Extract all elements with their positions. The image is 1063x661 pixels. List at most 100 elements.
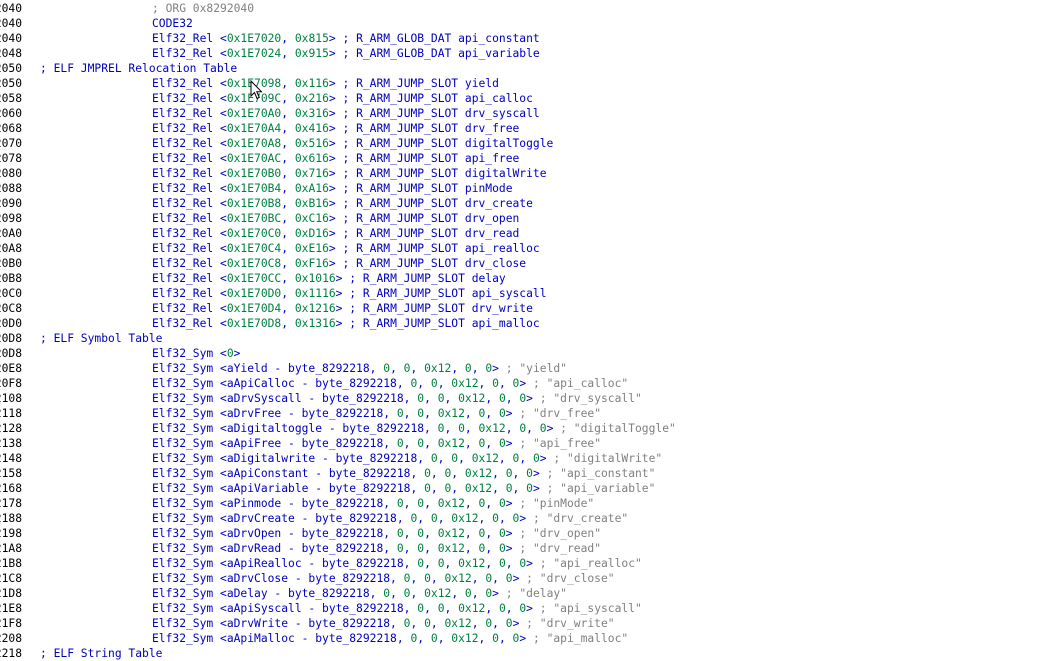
token: , xyxy=(478,512,493,525)
listing-line[interactable]: 92040 ; ORG 0x8292040 xyxy=(0,1,1063,16)
token: ; "digitalWrite" xyxy=(553,452,663,465)
listing-line[interactable]: 921D8 Elf32_Sym <aDelay - byte_8292218, 0… xyxy=(0,586,1063,601)
token: ; "yield" xyxy=(505,362,567,375)
listing-line[interactable]: 92068 Elf32_Rel <0x1E70A4, 0x416> ; R_ARM… xyxy=(0,121,1063,136)
token: 0x1E70D8 xyxy=(226,317,282,330)
listing-line[interactable]: 920C0 Elf32_Rel <0x1E70D0, 0x1116> ; R_AR… xyxy=(0,286,1063,301)
listing-line[interactable]: 920D8 Elf32_Sym <0> xyxy=(0,346,1063,361)
token: Elf32_Rel < xyxy=(152,272,227,285)
token: > xyxy=(532,467,547,480)
token: 0 xyxy=(498,557,506,570)
token: , xyxy=(410,362,425,375)
token: 0 xyxy=(505,617,513,630)
listing-line[interactable]: 92138 Elf32_Sym <aApiFree - byte_8292218,… xyxy=(0,436,1063,451)
token: Elf32_Rel < xyxy=(152,287,227,300)
token: , xyxy=(471,587,486,600)
listing-line[interactable]: 920D0 Elf32_Rel <0x1E70D8, 0x1316> ; R_AR… xyxy=(0,316,1063,331)
listing-line[interactable]: 920E8 Elf32_Sym <aYield - byte_8292218, 0… xyxy=(0,361,1063,376)
listing-line[interactable]: 92040 CODE32 xyxy=(0,16,1063,31)
line-address: 92088 xyxy=(0,182,23,195)
line-address: 92108 xyxy=(0,392,23,405)
disassembly-view[interactable]: 92040 ; ORG 0x8292040 92040 CODE32 92040 Elf3… xyxy=(0,0,1063,660)
token: , xyxy=(451,482,465,495)
listing-line[interactable]: 92098 Elf32_Rel <0x1E70BC, 0xC16> ; R_ARM… xyxy=(0,211,1063,226)
line-address: 921B8 xyxy=(0,557,23,570)
listing-line[interactable]: 92118 Elf32_Sym <aDrvFree - byte_8292218,… xyxy=(0,406,1063,421)
token: , xyxy=(485,437,499,450)
token: 0 xyxy=(492,632,499,645)
token: 0 xyxy=(492,377,499,390)
listing-line[interactable]: 92048 Elf32_Rel <0x1E7024, 0x915> ; R_ARM… xyxy=(0,46,1063,61)
listing-line[interactable]: 920B0 Elf32_Rel <0x1E70C8, 0xF16> ; R_ARM… xyxy=(0,256,1063,271)
token: 0x1E70D0 xyxy=(226,287,282,300)
token: > ; R_ARM_JUMP_SLOT yield xyxy=(328,77,499,90)
token: ; "api_free" xyxy=(519,437,601,450)
token: , xyxy=(492,572,506,585)
listing-line[interactable]: 92128 Elf32_Sym <aDigitaltoggle - byte_82… xyxy=(0,421,1063,436)
listing-line[interactable]: 92208 Elf32_Sym <aApiMalloc - byte_829221… xyxy=(0,631,1063,646)
line-address: 920B0 xyxy=(0,257,23,270)
token: , xyxy=(403,437,418,450)
token: , xyxy=(492,617,506,630)
line-address: 920D0 xyxy=(0,317,23,330)
token: ; "drv_syscall" xyxy=(539,392,642,405)
token: > ; R_ARM_JUMP_SLOT drv_free xyxy=(328,122,520,135)
token: ; ELF JMPREL Relocation Table xyxy=(40,62,238,75)
token: 0x815 xyxy=(294,32,329,45)
listing-line[interactable]: 92158 Elf32_Sym <aApiConstant - byte_8292… xyxy=(0,466,1063,481)
listing-line[interactable]: 921B8 Elf32_Sym <aApiRealloc - byte_82922… xyxy=(0,556,1063,571)
token: 0 xyxy=(396,527,404,540)
listing-line[interactable]: 92060 Elf32_Rel <0x1E70A0, 0x316> ; R_ARM… xyxy=(0,106,1063,121)
line-address: 92040 xyxy=(0,2,23,15)
token: Elf32_Sym <aApiRealloc - byte_8292218, xyxy=(152,557,418,570)
listing-line[interactable]: 920A8 Elf32_Rel <0x1E70C4, 0xE16> ; R_ARM… xyxy=(0,241,1063,256)
token: 0 xyxy=(539,422,547,435)
line-address: 921F8 xyxy=(0,617,23,630)
listing-line[interactable]: 921A8 Elf32_Sym <aDrvRead - byte_8292218,… xyxy=(0,541,1063,556)
listing-line[interactable]: 92040 Elf32_Rel <0x1E7020, 0x815> ; R_ARM… xyxy=(0,31,1063,46)
token: > xyxy=(505,497,520,510)
token: Elf32_Rel < xyxy=(152,197,227,210)
listing-line[interactable]: 920C8 Elf32_Rel <0x1E70D4, 0x1216> ; R_AR… xyxy=(0,301,1063,316)
listing-line[interactable]: 92090 Elf32_Rel <0x1E70B8, 0xB16> ; R_ARM… xyxy=(0,196,1063,211)
listing-line[interactable]: 92078 Elf32_Rel <0x1E70AC, 0x616> ; R_ARM… xyxy=(0,151,1063,166)
line-address: 92090 xyxy=(0,197,23,210)
listing-line[interactable]: 92188 Elf32_Sym <aDrvCreate - byte_829221… xyxy=(0,511,1063,526)
token: 0x316 xyxy=(294,107,329,120)
listing-line[interactable]: 921E8 Elf32_Sym <aApiSyscall - byte_82922… xyxy=(0,601,1063,616)
token: , xyxy=(444,602,459,615)
listing-line[interactable]: 92080 Elf32_Rel <0x1E70B0, 0x716> ; R_ARM… xyxy=(0,166,1063,181)
section-header-line[interactable]: 920D8 ; ELF Symbol Table xyxy=(0,331,1063,346)
listing-line[interactable]: 920F8 Elf32_Sym <aApiCalloc - byte_829221… xyxy=(0,376,1063,391)
listing-line[interactable]: 92088 Elf32_Rel <0x1E70B4, 0xA16> ; R_ARM… xyxy=(0,181,1063,196)
listing-line[interactable]: 92108 Elf32_Sym <aDrvSyscall - byte_82922… xyxy=(0,391,1063,406)
token: 0x1E70B8 xyxy=(226,197,282,210)
token: Elf32_Rel < xyxy=(152,302,227,315)
token: 0x12 xyxy=(437,407,465,420)
listing-line[interactable]: 92198 Elf32_Sym <aDrvOpen - byte_8292218,… xyxy=(0,526,1063,541)
token: ; "api_calloc" xyxy=(532,377,629,390)
listing-line[interactable]: 921F8 Elf32_Sym <aDrvWrite - byte_8292218… xyxy=(0,616,1063,631)
listing-line[interactable]: 92050 Elf32_Rel <0x1E7098, 0x116> ; R_ARM… xyxy=(0,76,1063,91)
listing-line[interactable]: 920A0 Elf32_Rel <0x1E70C0, 0xD16> ; R_ARM… xyxy=(0,226,1063,241)
listing-line[interactable]: 92148 Elf32_Sym <aDigitalwrite - byte_829… xyxy=(0,451,1063,466)
listing-line[interactable]: 92178 Elf32_Sym <aPinmode - byte_8292218,… xyxy=(0,496,1063,511)
listing-line[interactable]: 92070 Elf32_Rel <0x1E70A8, 0x516> ; R_ARM… xyxy=(0,136,1063,151)
listing-line[interactable]: 92058 Elf32_Rel <0x1E709C, 0x216> ; R_ARM… xyxy=(0,91,1063,106)
token: , xyxy=(451,362,465,375)
section-header-line[interactable]: 92050 ; ELF JMPREL Relocation Table xyxy=(0,61,1063,76)
token: ; "drv_read" xyxy=(519,542,601,555)
token: Elf32_Sym <aDrvFree - byte_8292218, xyxy=(152,407,397,420)
token: , xyxy=(424,437,438,450)
token: 0x12 xyxy=(464,482,493,495)
token: , xyxy=(437,452,452,465)
listing-line[interactable]: 921C8 Elf32_Sym <aDrvClose - byte_8292218… xyxy=(0,571,1063,586)
token: , xyxy=(281,242,295,255)
token: , xyxy=(424,392,438,405)
listing-line[interactable]: 92168 Elf32_Sym <aApiVariable - byte_8292… xyxy=(0,481,1063,496)
line-instruction: Elf32_Sym <aApiMalloc - byte_8292218, 0,… xyxy=(152,631,628,646)
token: 0 xyxy=(437,602,445,615)
line-address: 920C8 xyxy=(0,302,23,315)
token: ; ELF String Table xyxy=(40,647,163,660)
listing-line[interactable]: 920B8 Elf32_Rel <0x1E70CC, 0x1016> ; R_AR… xyxy=(0,271,1063,286)
